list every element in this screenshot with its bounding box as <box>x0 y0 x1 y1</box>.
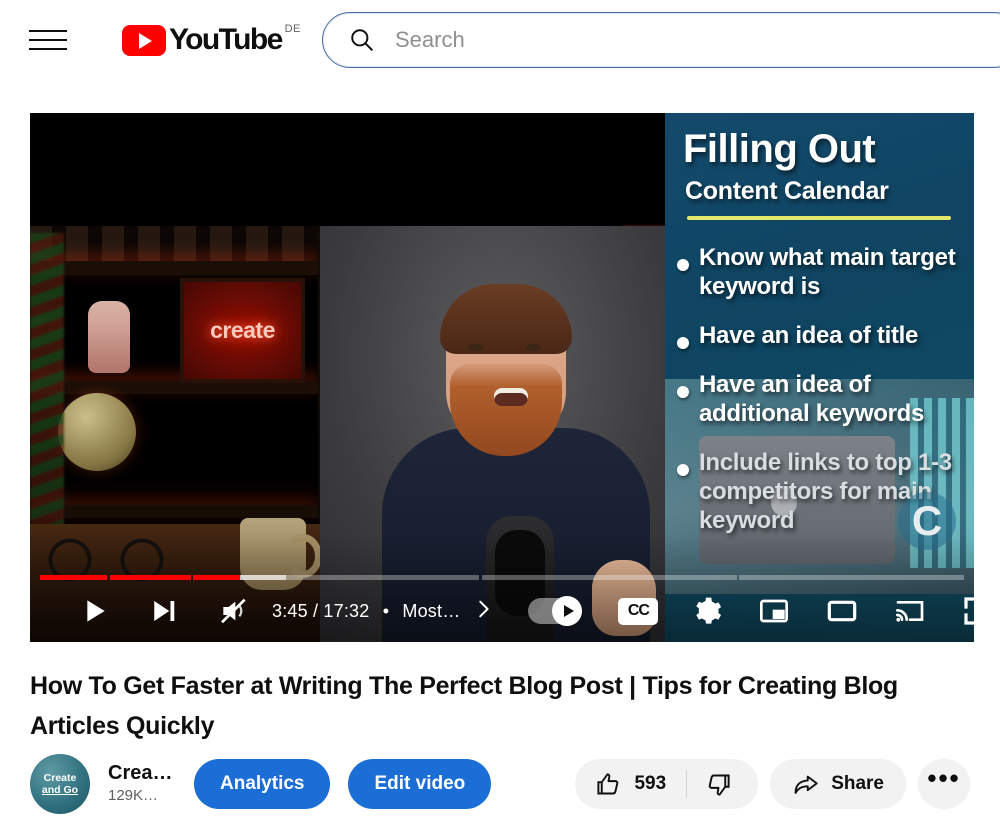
hamburger-menu-icon[interactable] <box>28 20 68 60</box>
channel-avatar[interactable]: Create and Go <box>30 754 90 814</box>
youtube-logo[interactable]: YouTube DE <box>122 22 301 58</box>
thumbs-up-icon <box>597 772 619 794</box>
slide-subtitle: Content Calendar <box>685 177 889 205</box>
miniplayer-icon[interactable] <box>758 595 790 627</box>
search-input[interactable] <box>395 27 915 53</box>
cc-label: CC <box>618 597 659 625</box>
fullscreen-icon[interactable] <box>962 595 974 627</box>
video-action-buttons: 593 Share ••• <box>575 754 970 814</box>
hamburger-bar <box>29 30 67 32</box>
neon-sign-text: create <box>210 317 275 343</box>
next-video-button[interactable] <box>148 596 178 626</box>
decor-jar <box>88 301 130 373</box>
bullet-text: Have an idea of additional keywords <box>699 371 925 427</box>
search-icon <box>349 27 375 53</box>
video-player[interactable]: create Filling Out Content Calendar Know… <box>30 113 974 642</box>
edit-video-button[interactable]: Edit video <box>348 759 492 809</box>
youtube-wordmark: YouTube <box>169 23 283 56</box>
slide-bullet: Have an idea of title <box>669 321 974 350</box>
play-triangle <box>139 32 152 49</box>
avatar-line-2: and Go <box>41 784 79 796</box>
video-title: How To Get Faster at Writing The Perfect… <box>30 672 898 740</box>
like-count: 593 <box>634 773 667 794</box>
volume-muted-icon[interactable] <box>218 595 250 627</box>
gear-icon[interactable] <box>690 595 722 627</box>
autoplay-toggle[interactable] <box>528 596 583 626</box>
shelf <box>30 381 320 394</box>
video-frame: create Filling Out Content Calendar Know… <box>30 113 974 642</box>
time-current-duration: 3:45 / 17:32 <box>272 600 370 621</box>
slide-overlay: Filling Out Content Calendar Know what m… <box>665 113 974 642</box>
channel-watermark: C <box>898 492 956 550</box>
bullet-text: Have an idea of title <box>699 322 919 349</box>
like-dislike-group: 593 <box>575 759 759 809</box>
youtube-play-icon <box>122 25 166 56</box>
video-meta-row: Create and Go Crea… 129K… Analytics Edit… <box>30 754 970 814</box>
thumbs-down-icon <box>708 774 730 796</box>
play-button[interactable] <box>78 595 110 627</box>
slide-title: Filling Out <box>683 127 876 171</box>
share-arrow-icon <box>794 775 818 794</box>
avatar-line-1: Create <box>43 772 77 784</box>
hamburger-bar <box>29 48 67 50</box>
bullet-dot <box>677 259 689 271</box>
bullet-text: Know what main target keyword is <box>699 244 956 300</box>
share-label: Share <box>831 773 884 794</box>
dislike-button[interactable] <box>695 771 752 798</box>
shelf-items-top <box>30 226 320 266</box>
bullet-dot <box>677 386 689 398</box>
time-separator: • <box>382 600 390 621</box>
chapter-title: Most… <box>402 600 461 621</box>
more-actions-button[interactable]: ••• <box>918 759 970 809</box>
country-code: DE <box>284 23 301 35</box>
hamburger-bar <box>29 39 67 41</box>
slide-bullet: Know what main target keyword is <box>669 243 974 301</box>
closed-captions-button[interactable]: CC <box>618 597 659 625</box>
time-display: 3:45 / 17:32 • Most… <box>272 601 460 622</box>
bullet-dot <box>677 337 689 349</box>
action-divider <box>686 770 688 798</box>
chevron-right-icon[interactable] <box>472 598 494 625</box>
autoplay-toggle-knob <box>552 596 583 626</box>
masthead: YouTube DE <box>0 0 1000 80</box>
cast-icon[interactable] <box>894 595 926 627</box>
like-button[interactable]: 593 <box>595 771 666 798</box>
neon-sign-frame: create <box>180 278 305 383</box>
theater-mode-icon[interactable] <box>826 595 858 627</box>
decor-globe <box>58 393 136 471</box>
slide-bullet: Have an idea of additional keywords <box>669 370 974 428</box>
more-horizontal-icon: ••• <box>927 762 961 793</box>
shelf <box>30 261 320 275</box>
analytics-button[interactable]: Analytics <box>194 759 331 809</box>
channel-name[interactable]: Crea… <box>108 761 188 785</box>
subscriber-count: 129K… <box>108 787 159 804</box>
person-eye-left <box>468 344 483 351</box>
slide-divider <box>687 216 951 220</box>
person-eye-right <box>526 344 541 351</box>
player-controls: 3:45 / 17:32 • Most… CC <box>30 580 974 642</box>
autoplay-toggle-track[interactable] <box>528 596 583 626</box>
bullet-dot <box>677 464 689 476</box>
share-button[interactable]: Share <box>770 759 906 809</box>
shelf <box>30 505 320 518</box>
person-mouth <box>494 388 528 406</box>
channel-info: Crea… 129K… <box>108 761 188 807</box>
search-bar[interactable] <box>322 12 1000 68</box>
